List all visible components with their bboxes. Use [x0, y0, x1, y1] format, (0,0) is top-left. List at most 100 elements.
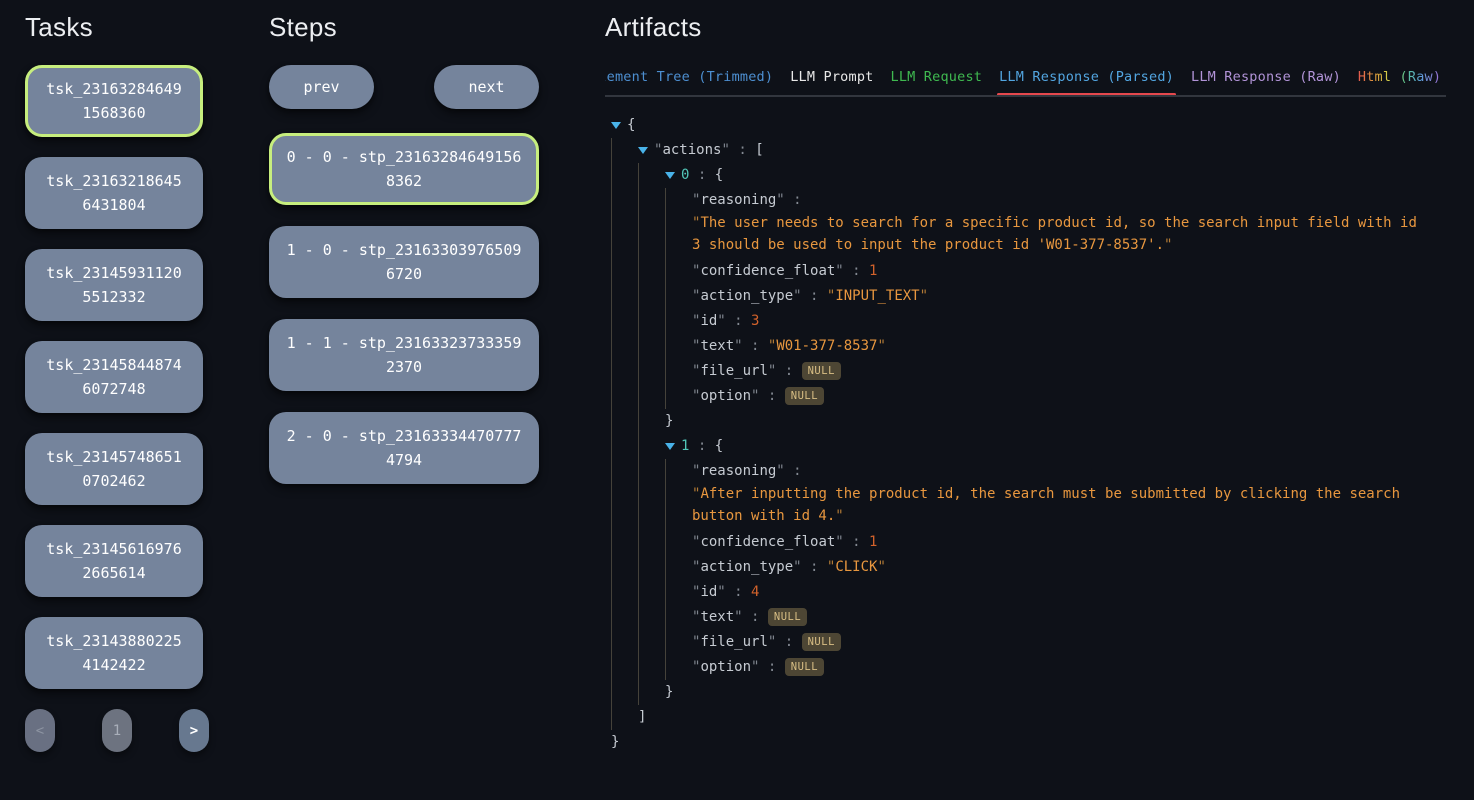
tab-llm-prompt[interactable]: LLM Prompt [790, 69, 873, 86]
step-nav: prev next [269, 65, 539, 109]
null-badge: NULL [802, 633, 841, 651]
indent-guide [665, 384, 692, 409]
indent-guide [611, 655, 638, 680]
indent-guide [665, 630, 692, 655]
task-button[interactable]: tsk_231438802254142422 [25, 617, 203, 689]
indent-guide [638, 655, 665, 680]
indent-guide [638, 530, 665, 555]
indent-guide [665, 188, 692, 259]
indent-guide [665, 359, 692, 384]
step-button[interactable]: 1 - 1 - stp_231633237333592370 [269, 319, 539, 391]
indent-guide [611, 555, 638, 580]
step-button[interactable]: 2 - 0 - stp_231633344707774794 [269, 412, 539, 484]
collapse-toggle-icon[interactable] [611, 122, 621, 129]
steps-panel: Steps prev next 0 - 0 - stp_231632846491… [269, 0, 539, 505]
page-number-button[interactable]: 1 [102, 709, 132, 752]
indent-guide [611, 580, 638, 605]
prev-page-button[interactable]: < [25, 709, 55, 752]
json-tree-row: "confidence_float" : 1 [611, 259, 1446, 284]
json-tree-row: "reasoning" :"The user needs to search f… [611, 188, 1446, 259]
json-tree-row: "file_url" : NULL [611, 630, 1446, 655]
json-tree-row: "action_type" : "CLICK" [611, 555, 1446, 580]
indent-guide [611, 630, 638, 655]
indent-guide [611, 334, 638, 359]
indent-guide [638, 630, 665, 655]
collapse-toggle-icon[interactable] [665, 172, 675, 179]
indent-guide [638, 580, 665, 605]
prev-step-button[interactable]: prev [269, 65, 374, 109]
json-tree-row: "id" : 3 [611, 309, 1446, 334]
next-step-button[interactable]: next [434, 65, 539, 109]
json-tree-row: "id" : 4 [611, 580, 1446, 605]
task-button[interactable]: tsk_231632186456431804 [25, 157, 203, 229]
tab-llm-response-raw[interactable]: LLM Response (Raw) [1191, 69, 1341, 86]
indent-guide [611, 459, 638, 530]
json-tree-row: "text" : "W01-377-8537" [611, 334, 1446, 359]
indent-guide [611, 705, 638, 730]
null-badge: NULL [802, 362, 841, 380]
json-tree-row: 1 : { [611, 434, 1446, 459]
json-tree-row: ] [611, 705, 1446, 730]
indent-guide [638, 163, 665, 188]
indent-guide [638, 459, 665, 530]
indent-guide [638, 359, 665, 384]
indent-guide [638, 605, 665, 630]
indent-guide [638, 555, 665, 580]
json-tree-row: "reasoning" :"After inputting the produc… [611, 459, 1446, 530]
indent-guide [665, 459, 692, 530]
indent-guide [665, 309, 692, 334]
tab-llm-request[interactable]: LLM Request [891, 69, 983, 86]
steps-title: Steps [269, 12, 539, 43]
task-button[interactable]: tsk_231457486510702462 [25, 433, 203, 505]
indent-guide [638, 434, 665, 459]
indent-guide [638, 309, 665, 334]
json-tree-row: { [611, 113, 1446, 138]
task-button[interactable]: tsk_231632846491568360 [25, 65, 203, 137]
null-badge: NULL [768, 608, 807, 626]
json-tree-row: } [611, 409, 1446, 434]
indent-guide [638, 384, 665, 409]
indent-guide [638, 284, 665, 309]
indent-guide [665, 555, 692, 580]
json-tree-row: } [611, 680, 1446, 705]
task-button[interactable]: tsk_231459311205512332 [25, 249, 203, 321]
indent-guide [665, 530, 692, 555]
indent-guide [638, 259, 665, 284]
json-tree-row: "text" : NULL [611, 605, 1446, 630]
indent-guide [665, 284, 692, 309]
null-badge: NULL [785, 387, 824, 405]
step-button[interactable]: 1 - 0 - stp_231633039765096720 [269, 226, 539, 298]
tasks-panel: Tasks tsk_231632846491568360tsk_23163218… [25, 0, 203, 752]
step-list: 0 - 0 - stp_231632846491568362 1 - 0 - st… [269, 133, 539, 484]
collapse-toggle-icon[interactable] [638, 147, 648, 154]
task-button[interactable]: tsk_231458448746072748 [25, 341, 203, 413]
indent-guide [611, 284, 638, 309]
indent-guide [638, 409, 665, 434]
json-string-value: "After inputting the product id, the sea… [692, 483, 1420, 527]
tab-html-raw[interactable]: Html (Raw) [1358, 69, 1441, 86]
json-tree-row: } [611, 730, 1446, 755]
indent-guide [611, 605, 638, 630]
collapse-toggle-icon[interactable] [665, 443, 675, 450]
indent-guide [665, 580, 692, 605]
task-button[interactable]: tsk_231456169762665614 [25, 525, 203, 597]
indent-guide [665, 605, 692, 630]
next-page-button[interactable]: > [179, 709, 209, 752]
indent-guide [611, 409, 638, 434]
json-tree-row: "action_type" : "INPUT_TEXT" [611, 284, 1446, 309]
json-tree-row: "file_url" : NULL [611, 359, 1446, 384]
indent-guide [611, 530, 638, 555]
indent-guide [611, 434, 638, 459]
null-badge: NULL [785, 658, 824, 676]
tab-llm-response-parsed[interactable]: LLM Response (Parsed) [999, 69, 1174, 86]
indent-guide [665, 655, 692, 680]
indent-guide [611, 259, 638, 284]
indent-guide [638, 680, 665, 705]
artifacts-tabbar: Element Tree (Trimmed) LLM Prompt LLM Requ… [605, 69, 1446, 97]
tab-element-tree-trimmed[interactable]: Element Tree (Trimmed) [605, 69, 773, 86]
step-button[interactable]: 0 - 0 - stp_231632846491568362 [269, 133, 539, 205]
task-list: tsk_231632846491568360 tsk_23163218645643… [25, 65, 203, 689]
json-tree: {"actions" : [0 : {"reasoning" :"The use… [605, 113, 1446, 755]
indent-guide [665, 259, 692, 284]
indent-guide [611, 138, 638, 163]
